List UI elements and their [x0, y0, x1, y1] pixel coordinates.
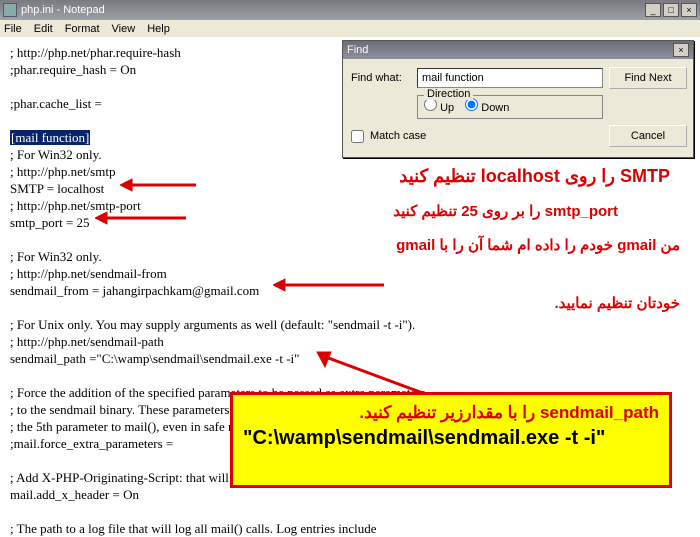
match-case-label: Match case: [370, 130, 426, 142]
annotation-box: sendmail_path را با مقدارزیر تنظیم کنید.…: [230, 392, 672, 488]
annotation-smtp-port: smtp_port را بر روی 25 تنظیم کنید: [198, 202, 618, 220]
maximize-button[interactable]: □: [663, 3, 679, 17]
find-close-button[interactable]: ×: [673, 43, 689, 57]
text-line: ; For Unix only. You may supply argument…: [10, 316, 690, 333]
minimize-button[interactable]: _: [645, 3, 661, 17]
find-what-input[interactable]: [417, 68, 603, 88]
menu-edit[interactable]: Edit: [34, 23, 53, 35]
annotation-sendmail-1: sendmail_path را با مقدارزیر تنظیم کنید.: [243, 403, 659, 423]
menu-file[interactable]: File: [4, 23, 22, 35]
titlebar: php.ini - Notepad _ □ ×: [0, 0, 700, 20]
annotation-smtp: SMTP را روی localhost تنظیم کنید: [210, 166, 670, 187]
annotation-gmail-1: من gmail خودم را داده ام شما آن را با gm…: [300, 236, 680, 254]
text-line: ; http://php.net/sendmail-path: [10, 333, 690, 350]
close-button[interactable]: ×: [681, 3, 697, 17]
cancel-button[interactable]: Cancel: [609, 125, 687, 147]
direction-label: Direction: [424, 88, 473, 100]
menu-help[interactable]: Help: [147, 23, 170, 35]
text-line: ; The path to a log file that will log a…: [10, 520, 690, 537]
find-dialog: Find × Find what: Find Next Match case C…: [342, 40, 694, 158]
annotation-sendmail-2: "C:\wamp\sendmail\sendmail.exe -t -i": [243, 427, 659, 450]
menubar: File Edit Format View Help: [0, 20, 700, 38]
match-case-checkbox[interactable]: [351, 130, 364, 143]
menu-view[interactable]: View: [112, 23, 136, 35]
selected-text: [mail function]: [10, 130, 90, 145]
window-title: php.ini - Notepad: [21, 4, 645, 16]
menu-format[interactable]: Format: [65, 23, 100, 35]
find-next-button[interactable]: Find Next: [609, 67, 687, 89]
annotation-gmail-2: خودتان تنظیم نمایید.: [300, 294, 680, 312]
find-what-label: Find what:: [351, 72, 411, 84]
find-dialog-title: Find: [347, 44, 673, 56]
app-icon: [3, 3, 17, 17]
text-line: mail.add_x_header = On: [10, 486, 690, 503]
